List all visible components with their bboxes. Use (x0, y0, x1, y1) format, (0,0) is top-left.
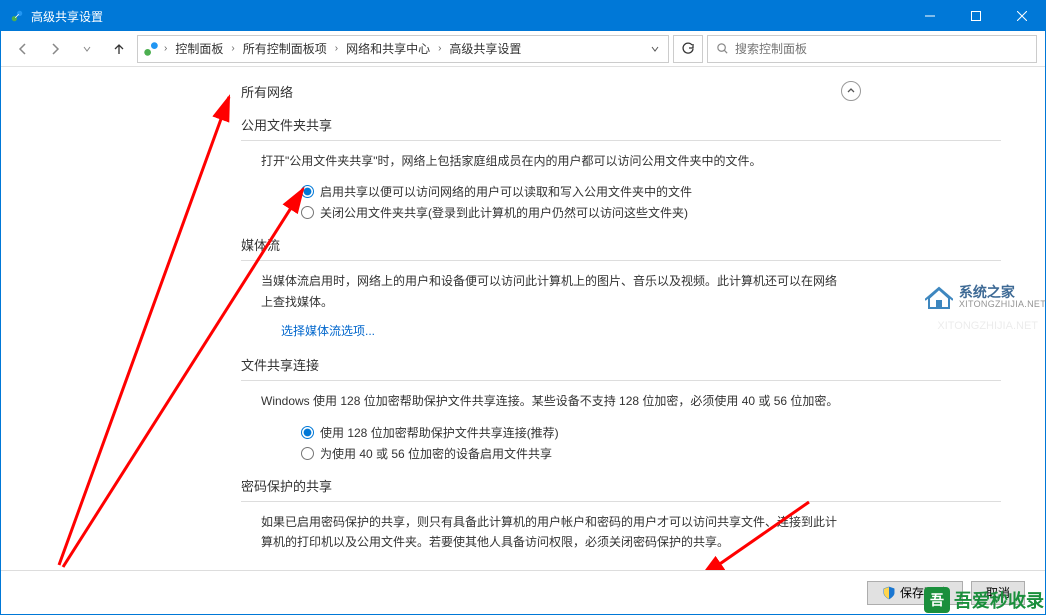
watermark-xitongzhijia: 系统之家 XITONGZHIJIA.NET (925, 285, 1046, 310)
watermark-faint: XITONGZHIJIA.NET (937, 320, 1038, 332)
crumb-advanced-sharing[interactable]: 高级共享设置 (445, 38, 525, 59)
password-desc: 如果已启用密码保护的共享，则只有具备此计算机的用户帐户和密码的用户才可以访问共享… (241, 512, 841, 553)
recent-dropdown[interactable] (73, 35, 101, 63)
up-button[interactable] (105, 35, 133, 63)
watermark-cn: 系统之家 (959, 285, 1046, 300)
radio-input-128bit[interactable] (301, 426, 314, 439)
crumb-all-items[interactable]: 所有控制面板项 (239, 38, 331, 59)
crumb-network-center[interactable]: 网络和共享中心 (342, 38, 434, 59)
close-button[interactable] (999, 1, 1045, 31)
window-title: 高级共享设置 (31, 8, 907, 25)
network-small-icon (142, 41, 160, 57)
breadcrumb-bar[interactable]: › 控制面板 › 所有控制面板项 › 网络和共享中心 › 高级共享设置 (137, 35, 669, 63)
public-folder-desc: 打开"公用文件夹共享"时，网络上包括家庭组成员在内的用户都可以访问公用文件夹中的… (241, 151, 841, 171)
collapse-icon[interactable] (841, 81, 861, 101)
watermark-bottom-text: 吾爱秒收录 (954, 587, 1044, 613)
house-icon (925, 286, 953, 310)
file-conn-radio-group: 使用 128 位加密帮助保护文件共享连接(推荐) 为使用 40 或 56 位加密… (241, 422, 1001, 464)
back-button[interactable] (9, 35, 37, 63)
subsection-password: 密码保护的共享 (241, 476, 1001, 495)
footer: 保存更改 取消 (1, 570, 1045, 614)
radio-input-public-off[interactable] (301, 206, 314, 219)
breadcrumb: 控制面板 › 所有控制面板项 › 网络和共享中心 › 高级共享设置 (171, 38, 642, 59)
titlebar: 高级共享设置 (1, 1, 1045, 31)
radio-label: 启用共享以便可以访问网络的用户可以读取和写入公用文件夹中的文件 (320, 183, 692, 200)
search-icon (716, 42, 729, 55)
section-header-all-networks[interactable]: 所有网络 (241, 77, 1001, 109)
shield-icon (882, 586, 896, 600)
radio-public-on[interactable]: 启用共享以便可以访问网络的用户可以读取和写入公用文件夹中的文件 (301, 181, 1001, 202)
radio-input-public-on[interactable] (301, 185, 314, 198)
radio-128bit[interactable]: 使用 128 位加密帮助保护文件共享连接(推荐) (301, 422, 1001, 443)
radio-label: 为使用 40 或 56 位加密的设备启用文件共享 (320, 445, 552, 462)
radio-public-off[interactable]: 关闭公用文件夹共享(登录到此计算机的用户仍然可以访问这些文件夹) (301, 202, 1001, 223)
media-desc: 当媒体流启用时，网络上的用户和设备便可以访问此计算机上的图片、音乐以及视频。此计… (241, 271, 841, 312)
chevron-right-icon: › (164, 43, 167, 54)
search-input[interactable] (735, 42, 1028, 56)
media-options-link[interactable]: 选择媒体流选项... (241, 322, 375, 339)
radio-label: 使用 128 位加密帮助保护文件共享连接(推荐) (320, 424, 559, 441)
badge-icon: 吾 (924, 587, 950, 613)
refresh-button[interactable] (673, 35, 703, 63)
subsection-public-folder: 公用文件夹共享 (241, 115, 1001, 134)
network-icon (9, 8, 25, 24)
divider (241, 260, 1001, 261)
radio-label: 关闭公用文件夹共享(登录到此计算机的用户仍然可以访问这些文件夹) (320, 204, 688, 221)
forward-button[interactable] (41, 35, 69, 63)
subsection-file-conn: 文件共享连接 (241, 355, 1001, 374)
public-folder-radio-group: 启用共享以便可以访问网络的用户可以读取和写入公用文件夹中的文件 关闭公用文件夹共… (241, 181, 1001, 223)
minimize-button[interactable] (907, 1, 953, 31)
divider (241, 380, 1001, 381)
radio-40-56bit[interactable]: 为使用 40 或 56 位加密的设备启用文件共享 (301, 443, 1001, 464)
section-title-all-networks: 所有网络 (241, 82, 293, 101)
watermark-bottom: 吾 吾爱秒收录 (924, 587, 1044, 613)
content-area: 所有网络 公用文件夹共享 打开"公用文件夹共享"时，网络上包括家庭组成员在内的用… (1, 67, 1045, 570)
chevron-right-icon: › (231, 43, 234, 54)
navbar: › 控制面板 › 所有控制面板项 › 网络和共享中心 › 高级共享设置 (1, 31, 1045, 67)
crumb-control-panel[interactable]: 控制面板 (171, 38, 227, 59)
chevron-right-icon: › (335, 43, 338, 54)
search-box[interactable] (707, 35, 1037, 63)
chevron-right-icon: › (438, 43, 441, 54)
subsection-media: 媒体流 (241, 235, 1001, 254)
file-conn-desc: Windows 使用 128 位加密帮助保护文件共享连接。某些设备不支持 128… (241, 391, 841, 411)
divider (241, 140, 1001, 141)
divider (241, 501, 1001, 502)
breadcrumb-dropdown[interactable] (646, 44, 664, 54)
radio-input-40-56bit[interactable] (301, 447, 314, 460)
maximize-button[interactable] (953, 1, 999, 31)
watermark-en: XITONGZHIJIA.NET (959, 300, 1046, 310)
